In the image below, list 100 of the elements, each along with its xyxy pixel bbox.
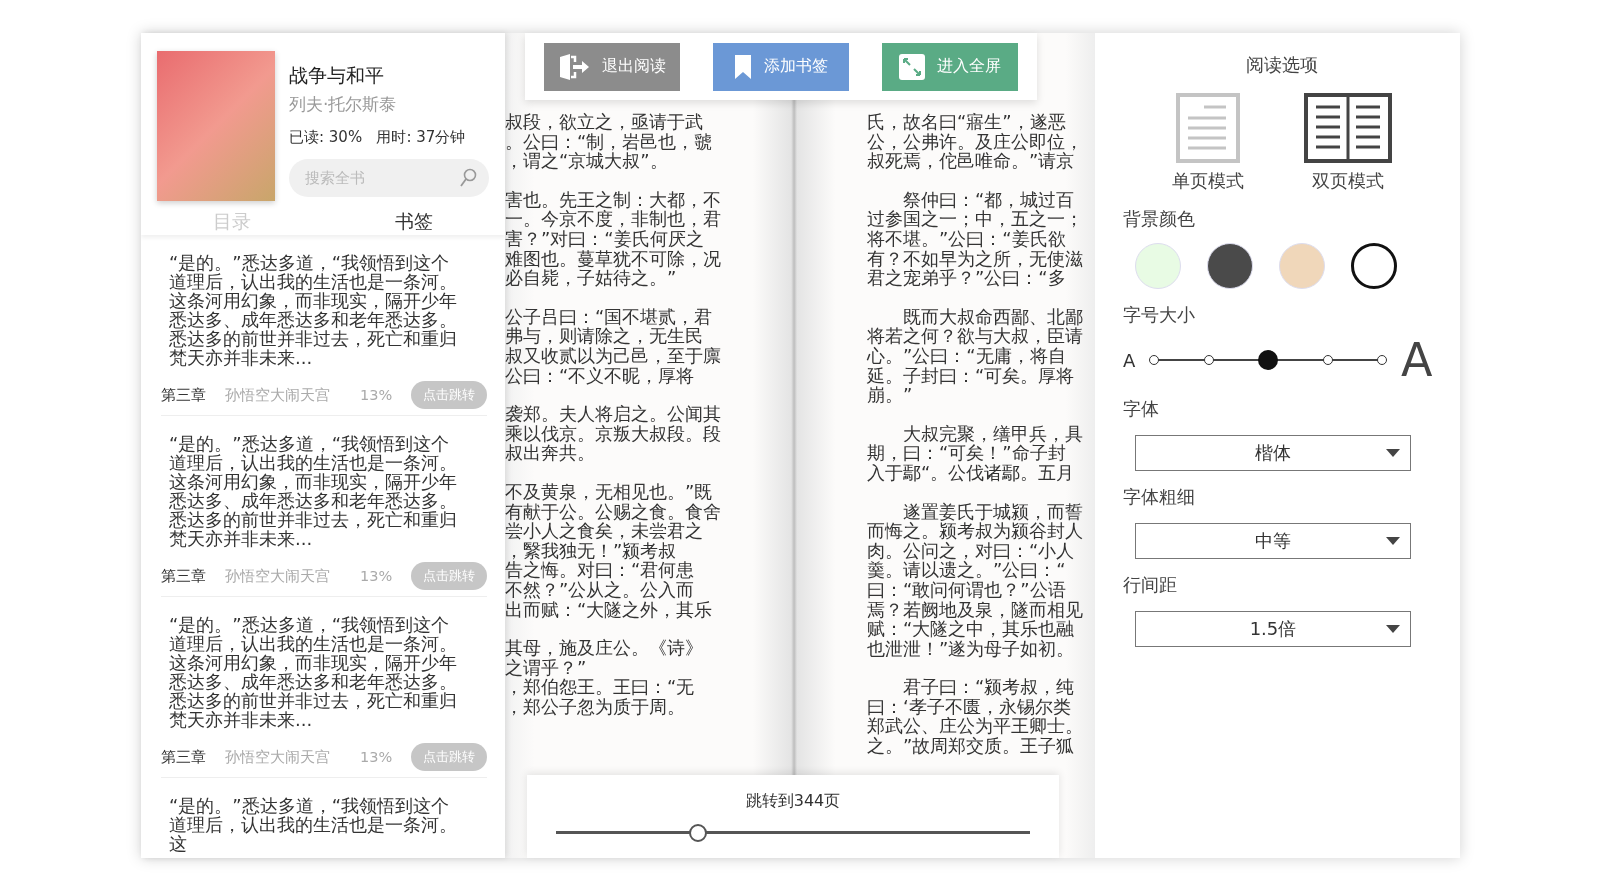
caret-icon — [1386, 625, 1400, 633]
text-line: 其母，施及庄公。《诗》 — [505, 638, 704, 658]
text-line: 难图也。蔓草犹不可除，况 — [505, 248, 722, 269]
expand-icon — [899, 53, 925, 80]
text-line: 焉？若阙地及泉，隧而相见 — [867, 599, 1084, 620]
text-line: 过参国之一；中，五之一； — [867, 209, 1084, 229]
text-line: 延。子封曰：“可矣。厚将 — [867, 365, 1076, 386]
text-line: ，谓之“京城大叔”。 — [505, 151, 669, 171]
search-icon — [459, 168, 477, 188]
text-line: 郑武公、庄公为平王卿士。 — [867, 716, 1084, 737]
text-line: 不及黄泉，无相见也。”既 — [505, 481, 714, 502]
text-line: 将若之何？欲与大叔，臣请 — [867, 326, 1084, 346]
double-page-icon — [1303, 93, 1392, 163]
progress-percent: 13% — [360, 387, 394, 403]
text-line: 公，公弗许。及庄公即位， — [867, 131, 1084, 152]
section-label: 字体 — [1123, 397, 1160, 421]
text-line: 将不堪。”公曰：“姜氏欲 — [867, 229, 1067, 249]
text-line: 入于鄢“。公伐诸鄢。五月 — [867, 462, 1076, 483]
caret-icon — [1386, 537, 1400, 545]
size-step[interactable] — [1258, 350, 1278, 370]
small-size-label: A — [1123, 349, 1137, 371]
text-line: 心。”公曰：“无庸，将自 — [867, 345, 1066, 366]
text-line: 叔出奔共。 — [505, 443, 595, 463]
layout-option[interactable]: 双页模式 — [1303, 93, 1392, 193]
dropdown[interactable]: 楷体 — [1135, 435, 1411, 471]
layout-option[interactable]: 单页模式 — [1171, 93, 1244, 193]
text-line: 叔死焉，佗邑唯命。”请京 — [867, 151, 1076, 171]
bookmark-excerpt: “是的。”悉达多道，“我领悟到这个道理后，认出我的生活也是一条河。这 — [168, 796, 458, 853]
book-author: 列夫·托尔斯泰 — [289, 93, 398, 116]
text-line: 一。今京不度，非制也，君 — [505, 209, 722, 229]
text-line: 期，曰：“可矣！”命子封 — [867, 443, 1066, 463]
slider-thumb[interactable] — [689, 823, 708, 842]
text-line: ，郑伯怨王。王曰：“无 — [505, 677, 696, 697]
text-line: 君之宠弟乎？”公曰：“多 — [867, 268, 1066, 288]
text-line: 告之悔。对曰：“君何患 — [505, 560, 696, 580]
toolbar-button[interactable]: 退出阅读 — [544, 42, 680, 91]
text-line: 害也。先王之制：大都，不 — [505, 189, 722, 210]
text-line: 崩。” — [867, 385, 914, 405]
section-title: 孙悟空大闹天宫 — [225, 747, 331, 767]
text-line: 不然？”公从之。公入而 — [505, 579, 696, 600]
toolbar-button[interactable]: 添加书签 — [713, 42, 849, 91]
text-line: 弗与，则请除之，无生民 — [505, 326, 703, 346]
door-arrow-icon — [558, 52, 590, 81]
book-title: 战争与和平 — [289, 63, 385, 88]
progress-percent: 13% — [360, 749, 394, 765]
section-title: 孙悟空大闹天宫 — [225, 385, 331, 405]
bookmark-excerpt: “是的。”悉达多道，“我领悟到这个道理后，认出我的生活也是一条河。这条河用幻象，而非现实，隔开少年悉达多、成年悉达多和老年悉达多。悉达多的前世并非过去，死亡和重归梵天亦并非未来... — [168, 615, 458, 729]
section-label: 字体粗细 — [1123, 485, 1196, 509]
text-line: 也泄泄！”遂为母子如初。 — [867, 638, 1076, 659]
text-line: 叔又收贰以为己邑，至于廪 — [505, 345, 722, 366]
text-line: 公子吕曰：“国不堪贰，君 — [505, 306, 714, 327]
bookmark-excerpt: “是的。”悉达多道，“我领悟到这个道理后，认出我的生活也是一条河。这条河用幻象，而非现实，隔开少年悉达多、成年悉达多和老年悉达多。悉达多的前世并非过去，死亡和重归梵天亦并非未来... — [168, 434, 458, 548]
text-line: 。公曰：“制，岩邑也，虢 — [505, 131, 714, 152]
text-line: 有？不如早为之所，无使滋 — [867, 248, 1084, 269]
text-line: ，繄我独无！”颍考叔 — [505, 540, 677, 561]
text-line: 而悔之。颍考叔为颍谷封人 — [867, 521, 1084, 541]
text-line: 尝小人之食矣，未尝君之 — [505, 521, 703, 541]
text-line: 之。”故周郑交质。王子狐 — [867, 736, 1076, 756]
page-jump-label: 跳转到344页 — [745, 790, 841, 812]
text-line: 出而赋：“大隧之外，其乐 — [505, 599, 714, 620]
section-label: 字号大小 — [1123, 303, 1196, 327]
text-line: 叔段，欲立之，亟请于武 — [505, 112, 704, 132]
chapter-label: 第三章 — [161, 566, 207, 586]
text-line: 乘以伐京。京叛大叔段。段 — [505, 423, 722, 444]
text-line: 害？”对曰：“姜氏何厌之 — [505, 229, 705, 249]
size-step[interactable] — [1149, 355, 1159, 365]
text-line: 祭仲曰：“都，城过百 — [902, 189, 1076, 210]
text-line: 曰：“敢问何谓也？”公语 — [867, 579, 1067, 600]
text-line: 君子曰：“颍考叔，纯 — [902, 677, 1076, 697]
single-page-icon — [1175, 93, 1240, 163]
text-line: 肉。公问之，对曰：“小人 — [867, 540, 1075, 561]
size-step[interactable] — [1322, 355, 1333, 365]
text-line: 赋：“大隧之中，其乐也融 — [867, 619, 1076, 639]
text-line: 曰：‘孝子不匮，永锡尔类 — [867, 696, 1072, 717]
size-step[interactable] — [1203, 355, 1214, 365]
section-label: 行间距 — [1123, 573, 1178, 597]
chapter-label: 第三章 — [161, 747, 207, 767]
text-line: 必自毙，子姑待之。” — [505, 268, 677, 288]
dropdown[interactable]: 中等 — [1135, 523, 1411, 559]
section-title: 孙悟空大闹天宫 — [225, 566, 331, 586]
chapter-label: 第三章 — [161, 385, 207, 405]
text-line: 有献于公。公赐之食。食舍 — [505, 501, 722, 522]
text-line: ，郑公子忽为质于周。 — [505, 696, 686, 717]
text-line: 氏，故名曰“寤生”，遂恶 — [867, 112, 1067, 132]
size-step[interactable] — [1377, 355, 1387, 365]
large-size-label: A — [1401, 337, 1433, 383]
progress-percent: 13% — [360, 568, 394, 584]
bookmark-excerpt: “是的。”悉达多道，“我领悟到这个道理后，认出我的生活也是一条河。这条河用幻象，而非现实，隔开少年悉达多、成年悉达多和老年悉达多。悉达多的前世并非过去，死亡和重归梵天亦并非未来... — [168, 253, 458, 367]
text-line: 公曰：“不义不昵，厚将 — [505, 365, 695, 386]
text-line: 之谓乎？” — [505, 657, 588, 678]
tab[interactable]: 书签 — [323, 209, 505, 235]
caret-icon — [1386, 449, 1400, 457]
toolbar-button[interactable]: 进入全屏 — [882, 42, 1018, 91]
text-line: 遂置姜氏于城颍，而誓 — [902, 501, 1084, 522]
section-label: 背景颜色 — [1123, 207, 1196, 231]
color-swatch[interactable] — [1351, 243, 1397, 289]
text-line: 袭郑。夫人将启之。公闻其 — [505, 404, 722, 424]
dropdown[interactable]: 1.5倍 — [1135, 611, 1411, 647]
text-line: 既而大叔命西鄙、北鄙 — [902, 306, 1084, 327]
panel-title: 阅读选项 — [1244, 53, 1319, 77]
